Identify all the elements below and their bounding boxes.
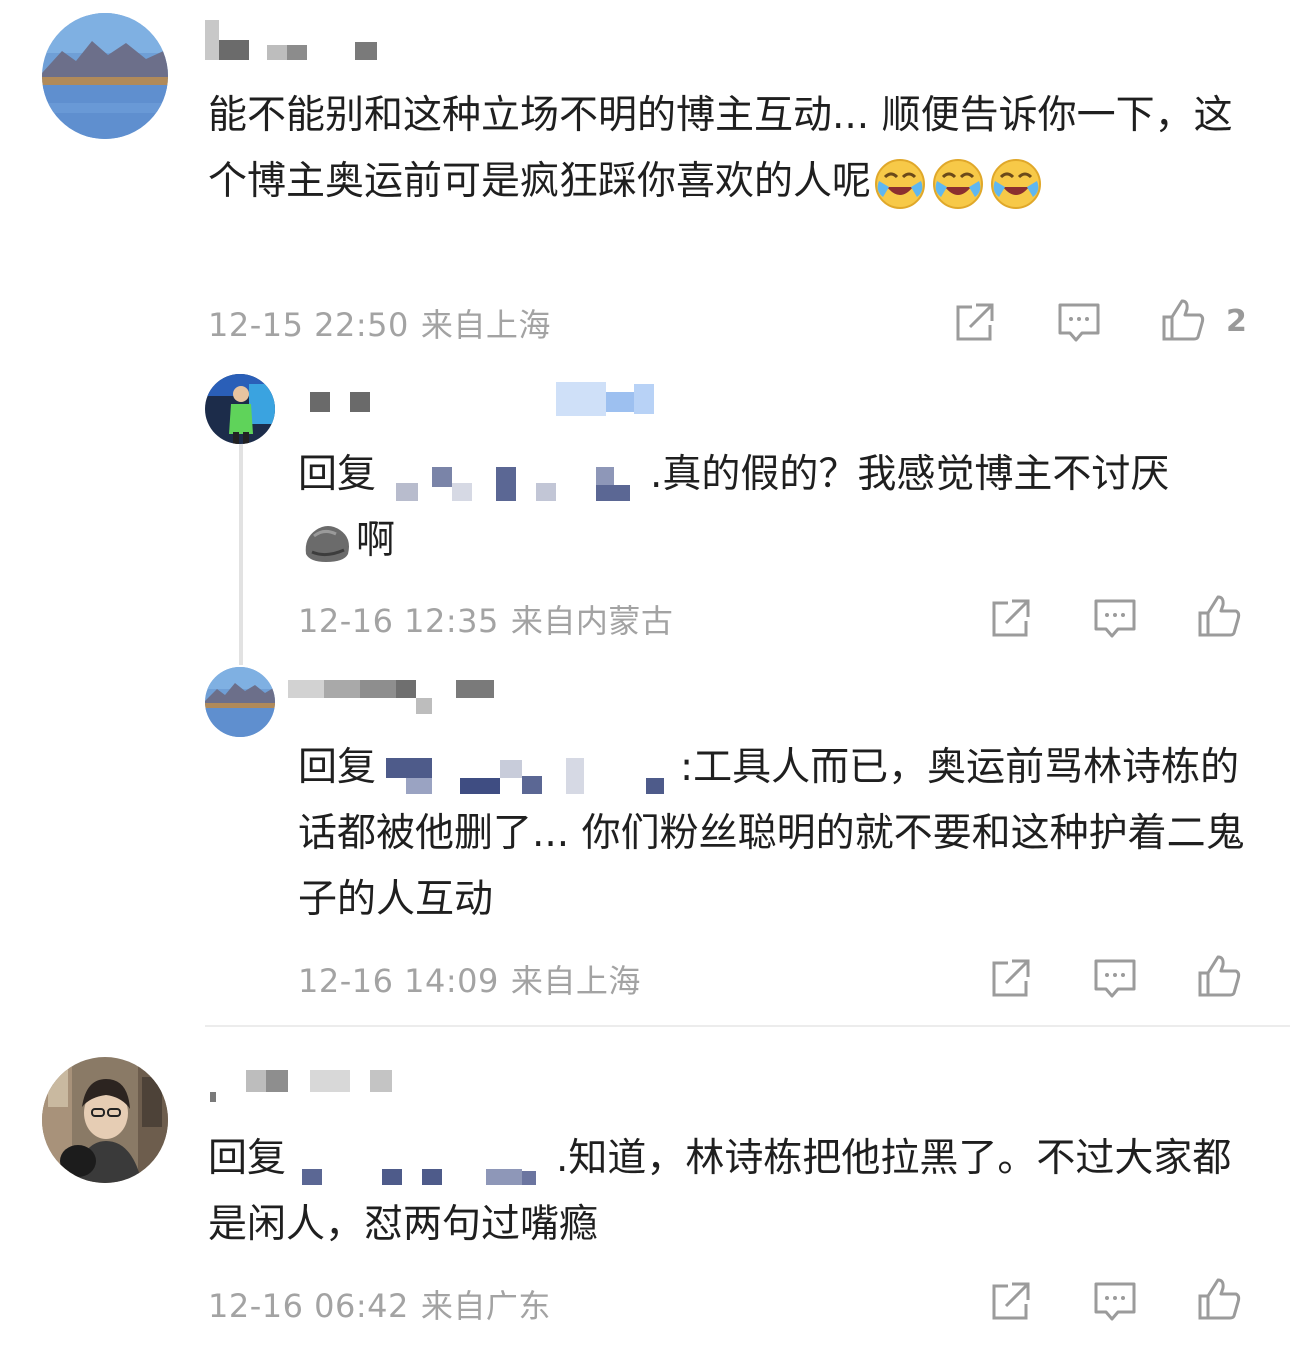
comment-meta: 12-16 12:35 来自内蒙古 xyxy=(298,596,673,642)
mentioned-user-blurred[interactable] xyxy=(376,457,646,501)
comment-text: 能不能别和这种立场不明的博主互动... 顺便告诉你一下，这个博主奥运前可是疯狂踩… xyxy=(208,83,1248,215)
comment-meta: 12-16 14:09 来自上海 xyxy=(298,956,641,1002)
timestamp: 12-16 14:09 xyxy=(298,962,499,1000)
comment-text: 回复 .真的假的？我感觉博主不讨厌 啊 xyxy=(298,442,1258,574)
username-blurred[interactable] xyxy=(310,380,660,420)
share-icon[interactable] xyxy=(988,595,1034,641)
location: 来自上海 xyxy=(420,306,551,344)
comment-text: 回复 :工具人而已，奥运前骂林诗栋的话都被他删了... 你们粉丝聪明的就不要和这… xyxy=(298,735,1258,933)
comment-meta: 12-16 06:42 来自广东 xyxy=(208,1281,551,1327)
reply-body-2: 啊 xyxy=(356,518,396,563)
like-icon[interactable] xyxy=(1196,953,1242,999)
timestamp: 12-16 06:42 xyxy=(208,1287,409,1325)
comment-icon[interactable] xyxy=(1092,1278,1138,1324)
username-blurred[interactable] xyxy=(210,1068,410,1104)
username-blurred[interactable] xyxy=(205,20,385,65)
location: 来自广东 xyxy=(420,1287,551,1325)
avatar[interactable] xyxy=(205,667,275,737)
like-icon[interactable] xyxy=(1160,297,1206,343)
comment-icon[interactable] xyxy=(1092,955,1138,1001)
avatar[interactable] xyxy=(205,374,275,444)
timestamp: 12-16 12:35 xyxy=(298,602,499,640)
avatar[interactable] xyxy=(42,1057,168,1183)
username-blurred[interactable] xyxy=(288,678,508,720)
share-icon[interactable] xyxy=(952,299,998,345)
laugh-cry-emoji xyxy=(873,157,927,211)
location: 来自上海 xyxy=(510,962,641,1000)
share-icon[interactable] xyxy=(988,1278,1034,1324)
location: 来自内蒙古 xyxy=(510,602,674,640)
comment-icon[interactable] xyxy=(1056,299,1102,345)
laugh-cry-emoji xyxy=(931,157,985,211)
comment-icon[interactable] xyxy=(1092,595,1138,641)
laugh-cry-emoji xyxy=(989,157,1043,211)
timestamp: 12-15 22:50 xyxy=(208,306,409,344)
reply-prefix: 回复 xyxy=(298,745,377,790)
comment-meta: 12-15 22:50 来自上海 xyxy=(208,300,551,346)
mentioned-user-blurred[interactable] xyxy=(286,1141,552,1185)
comment-text: 回复 .知道，林诗栋把他拉黑了。不过大家都是闲人，怼两句过嘴瘾 xyxy=(208,1126,1248,1258)
like-icon[interactable] xyxy=(1196,1276,1242,1322)
thread-line xyxy=(239,440,243,665)
rock-emoji xyxy=(300,516,354,570)
divider xyxy=(205,1025,1290,1027)
share-icon[interactable] xyxy=(988,955,1034,1001)
mentioned-user-blurred[interactable] xyxy=(376,750,676,794)
reply-prefix: 回复 xyxy=(298,452,377,497)
avatar[interactable] xyxy=(42,13,168,139)
comment-body: 能不能别和这种立场不明的博主互动... 顺便告诉你一下，这个博主奥运前可是疯狂踩… xyxy=(208,93,1233,204)
reply-body: .真的假的？我感觉博主不讨厌 xyxy=(650,452,1170,497)
reply-prefix: 回复 xyxy=(208,1136,287,1181)
like-count: 2 xyxy=(1226,304,1247,339)
like-icon[interactable] xyxy=(1196,593,1242,639)
